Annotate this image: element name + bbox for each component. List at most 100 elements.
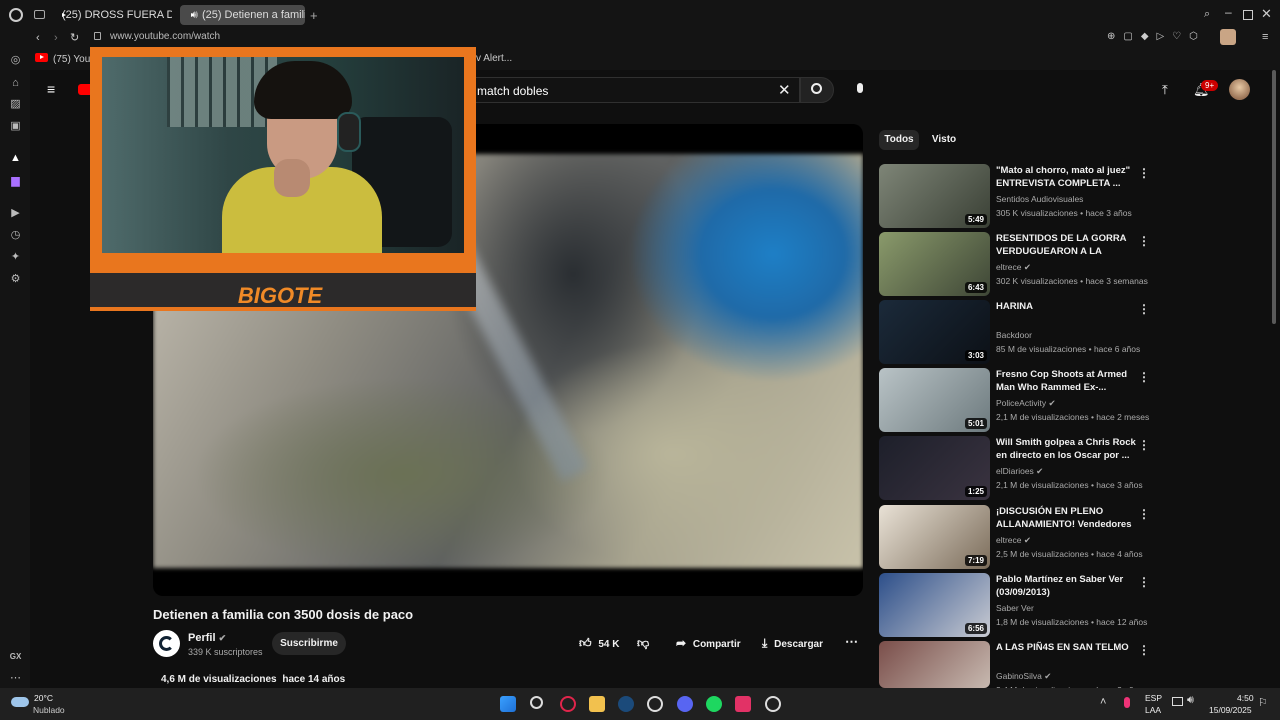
- recommendation-channel[interactable]: elDiarioes ✔: [996, 466, 1043, 477]
- search-tabs-icon[interactable]: ⌕: [1204, 8, 1210, 21]
- steam-icon[interactable]: [618, 696, 634, 712]
- recommendation-channel[interactable]: Backdoor: [996, 330, 1032, 340]
- more-options-icon[interactable]: ⋮: [1138, 234, 1150, 248]
- recommendation-channel[interactable]: eltrece ✔: [996, 262, 1031, 273]
- minimize-button[interactable]: –: [1225, 5, 1232, 19]
- recommendation-title[interactable]: "Mato al chorro, mato al juez" ENTREVIST…: [996, 164, 1136, 190]
- discord-icon[interactable]: [677, 696, 693, 712]
- language-layout[interactable]: LAA: [1145, 705, 1161, 715]
- extensions-icons[interactable]: ⊕▢◆▷♡⬡: [1107, 31, 1206, 42]
- channel-avatar[interactable]: [153, 630, 180, 657]
- gx-label[interactable]: GX: [9, 650, 22, 663]
- more-icon[interactable]: ⋯: [9, 672, 22, 685]
- history-icon[interactable]: ◷: [9, 229, 22, 242]
- recommendation-title[interactable]: A LAS PIÑ4S EN SAN TELMO: [996, 641, 1136, 654]
- obs-icon[interactable]: [765, 696, 781, 712]
- video-thumbnail[interactable]: [879, 641, 990, 688]
- scrollbar[interactable]: [1272, 70, 1276, 324]
- twitch-icon[interactable]: ▆: [9, 175, 22, 188]
- more-options-icon[interactable]: ⋮: [1138, 370, 1150, 384]
- mods-icon[interactable]: ▨: [9, 98, 22, 111]
- hamburger-menu-icon[interactable]: ≡: [47, 81, 55, 97]
- upload-icon[interactable]: ⤒: [1162, 82, 1168, 98]
- notifications-tray-icon[interactable]: ⚐: [1258, 696, 1268, 709]
- tab-dross[interactable]: (25) DROSS FUERA DE C: [57, 5, 172, 25]
- player-icon[interactable]: ▶: [9, 207, 22, 220]
- like-button[interactable]: 👍︎ 54 K: [579, 636, 619, 651]
- recommendation-channel[interactable]: PoliceActivity ✔: [996, 398, 1056, 409]
- recommendation-title[interactable]: HARINA: [996, 300, 1136, 313]
- account-avatar[interactable]: [1229, 79, 1250, 100]
- recommendation-card[interactable]: 5:01 Fresno Cop Shoots at Armed Man Who R…: [879, 368, 1154, 432]
- recommendation-card[interactable]: 6:43 RESENTIDOS DE LA GORRA VERDUGUEARON …: [879, 232, 1154, 296]
- dislike-button[interactable]: 👎︎: [637, 636, 649, 651]
- tab-detienen[interactable]: 🔊︎ (25) Detienen a famili: [180, 5, 305, 25]
- tray-chevron-icon[interactable]: ˄: [1100, 696, 1106, 708]
- recommendation-card[interactable]: 5:49 "Mato al chorro, mato al juez" ENTRE…: [879, 164, 1154, 228]
- video-thumbnail[interactable]: 6:43: [879, 232, 990, 296]
- settings-icon[interactable]: ⚙: [9, 273, 22, 286]
- control-icon[interactable]: ◎: [9, 54, 22, 67]
- chip-all[interactable]: Todos: [879, 130, 919, 150]
- video-thumbnail[interactable]: 5:01: [879, 368, 990, 432]
- weather-desc[interactable]: Nublado: [33, 705, 65, 715]
- forward-icon[interactable]: ›: [54, 32, 58, 44]
- cleaner-icon[interactable]: ▣: [9, 120, 22, 133]
- video-thumbnail[interactable]: 5:49: [879, 164, 990, 228]
- bookmark-alert[interactable]: v Alert...: [476, 53, 512, 64]
- clear-search-icon[interactable]: ✕: [778, 81, 791, 99]
- recommendation-card[interactable]: 1:25 Will Smith golpea a Chris Rock en di…: [879, 436, 1154, 500]
- recommendation-title[interactable]: Fresno Cop Shoots at Armed Man Who Ramme…: [996, 368, 1136, 394]
- recommendation-channel[interactable]: eltrece ✔: [996, 535, 1031, 546]
- recommendation-title[interactable]: ¡DISCUSIÓN EN PLENO ALLANAMIENTO! Vended…: [996, 505, 1136, 532]
- extensions-icon[interactable]: ✦: [9, 251, 22, 264]
- recommendation-channel[interactable]: GabinoSilva ✔: [996, 671, 1051, 682]
- more-actions-button[interactable]: ⋯: [845, 634, 858, 650]
- recommendation-title[interactable]: RESENTIDOS DE LA GORRA VERDUGUEARON A LA…: [996, 232, 1136, 259]
- back-icon[interactable]: ‹: [36, 32, 40, 44]
- recommendation-title[interactable]: Will Smith golpea a Chris Rock en direct…: [996, 436, 1136, 462]
- video-thumbnail[interactable]: 7:19: [879, 505, 990, 569]
- opera-gx-taskbar-icon[interactable]: [560, 696, 576, 712]
- pinboard-icon[interactable]: ⌂: [9, 77, 22, 90]
- channel-name[interactable]: Perfil ✔: [188, 632, 226, 644]
- tab-island-icon[interactable]: [34, 10, 45, 19]
- spotify-icon[interactable]: [706, 696, 722, 712]
- video-thumbnail[interactable]: 1:25: [879, 436, 990, 500]
- recommendation-channel[interactable]: Sentidos Audiovisuales: [996, 194, 1083, 204]
- url-input[interactable]: www.youtube.com/watch: [110, 31, 220, 42]
- new-tab-button[interactable]: +: [310, 8, 318, 23]
- voice-search-button[interactable]: [846, 77, 874, 103]
- recommendation-card[interactable]: 3:03 HARINA Backdoor 85 M de visualizacione…: [879, 300, 1154, 364]
- menu-icon[interactable]: ≡: [1262, 31, 1268, 43]
- aria-icon[interactable]: ▲: [9, 152, 22, 165]
- network-icon[interactable]: [1172, 697, 1183, 706]
- search-taskbar-icon[interactable]: [530, 696, 543, 709]
- more-options-icon[interactable]: ⋮: [1138, 507, 1150, 521]
- close-window-button[interactable]: ✕: [1261, 6, 1272, 22]
- chatgpt-icon[interactable]: [647, 696, 663, 712]
- more-options-icon[interactable]: ⋮: [1138, 438, 1150, 452]
- search-button[interactable]: [800, 77, 834, 103]
- reload-icon[interactable]: ↻: [70, 31, 79, 44]
- more-options-icon[interactable]: ⋮: [1138, 302, 1150, 316]
- more-options-icon[interactable]: ⋮: [1138, 166, 1150, 180]
- recommendation-card[interactable]: 7:19 ¡DISCUSIÓN EN PLENO ALLANAMIENTO! Ve…: [879, 505, 1154, 569]
- weather-temp[interactable]: 20°C: [34, 693, 53, 703]
- download-button[interactable]: ⤓ Descargar: [762, 636, 823, 651]
- mic-tray-icon[interactable]: [1124, 697, 1130, 708]
- profile-avatar[interactable]: [1220, 29, 1236, 45]
- tiktok-icon[interactable]: [735, 696, 751, 712]
- recommendation-card[interactable]: A LAS PIÑ4S EN SAN TELMOGabinoSilva ✔3,4…: [879, 641, 1154, 695]
- clock-time[interactable]: 4:50: [1237, 693, 1254, 703]
- video-thumbnail[interactable]: 6:56: [879, 573, 990, 637]
- video-thumbnail[interactable]: 3:03: [879, 300, 990, 364]
- volume-icon[interactable]: 🔊︎: [1187, 694, 1194, 707]
- chip-watched[interactable]: Visto: [926, 130, 962, 150]
- recommendation-channel[interactable]: Saber Ver: [996, 603, 1034, 613]
- share-button[interactable]: ➦ Compartir: [676, 636, 741, 650]
- restore-button[interactable]: [1243, 10, 1253, 20]
- more-options-icon[interactable]: ⋮: [1138, 643, 1150, 657]
- subscribe-button[interactable]: Suscribirme: [272, 632, 346, 655]
- language-code[interactable]: ESP: [1145, 693, 1162, 703]
